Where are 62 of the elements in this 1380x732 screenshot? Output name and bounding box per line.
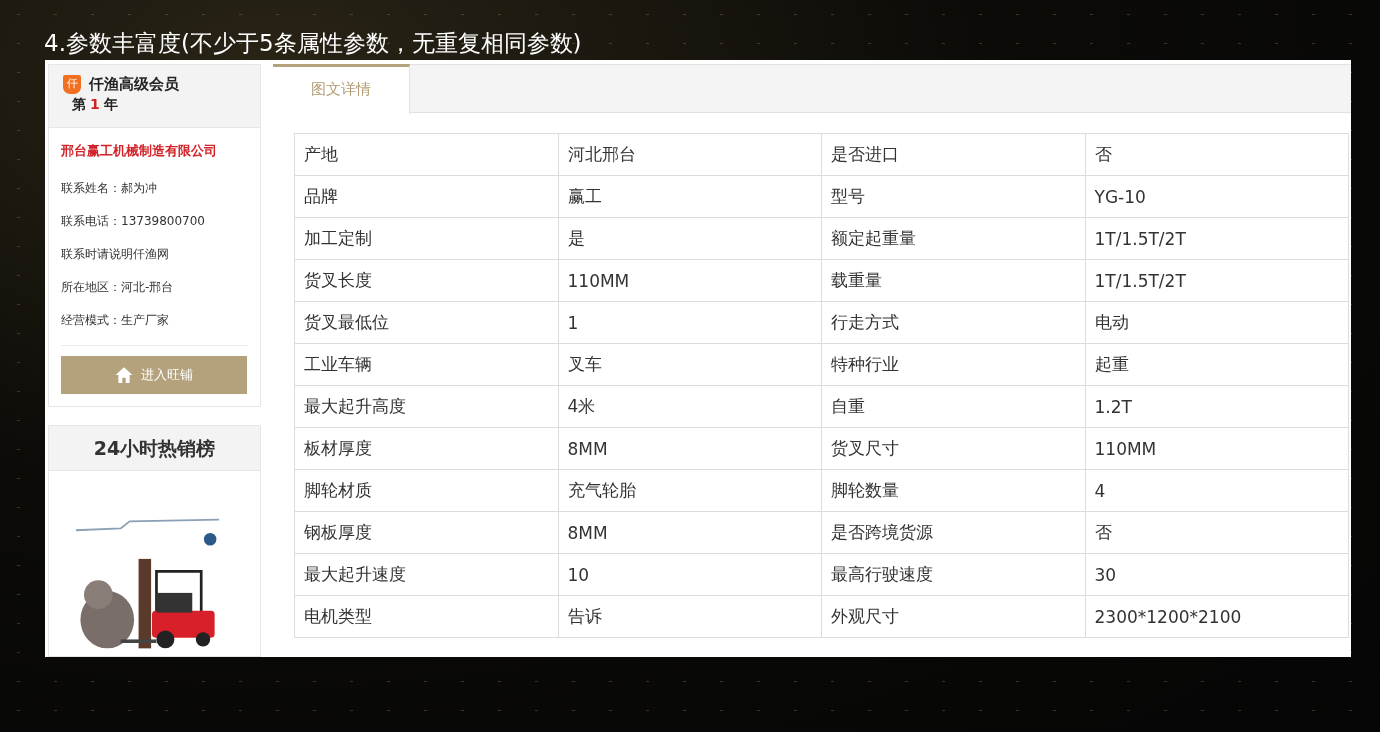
table-cell: 30	[1085, 553, 1349, 596]
table-cell: 是否进口	[821, 133, 1085, 176]
table-cell: 工业车辆	[294, 343, 558, 386]
table-cell: 加工定制	[294, 217, 558, 260]
table-cell: 最高行驶速度	[821, 553, 1085, 596]
table-cell: 10	[558, 553, 822, 596]
table-cell: 板材厚度	[294, 427, 558, 470]
contact-line: 联系姓名：郝为冲	[61, 180, 158, 197]
table-cell: 1.2T	[1085, 385, 1349, 428]
table-cell: 货叉尺寸	[821, 427, 1085, 470]
table-cell: 电动	[1085, 301, 1349, 344]
hot-list-title: 24小时热销榜	[49, 426, 260, 471]
table-cell: 4	[1085, 469, 1349, 512]
table-cell: 行走方式	[821, 301, 1085, 344]
table-cell: 赢工	[558, 175, 822, 218]
contact-line: 所在地区：河北-邢台	[61, 279, 175, 296]
table-cell: 1T/1.5T/2T	[1085, 217, 1349, 260]
table-cell: 电机类型	[294, 595, 558, 638]
details-tab[interactable]: 图文详情	[273, 64, 410, 114]
table-cell: 110MM	[1085, 427, 1349, 470]
table-cell: 是	[558, 217, 822, 260]
table-cell: 110MM	[558, 259, 822, 302]
table-cell: 1T/1.5T/2T	[1085, 259, 1349, 302]
table-cell: 型号	[821, 175, 1085, 218]
company-name: 邢台赢工机械制造有限公司	[61, 142, 218, 160]
member-level: 仟渔高级会员	[89, 75, 179, 94]
table-cell: 8MM	[558, 427, 822, 470]
table-cell: 叉车	[558, 343, 822, 386]
table-cell: YG-10	[1085, 175, 1349, 218]
table-cell: 特种行业	[821, 343, 1085, 386]
table-cell: 额定起重量	[821, 217, 1085, 260]
table-cell: 告诉	[558, 595, 822, 638]
contact-line: 联系时请说明仟渔网	[61, 246, 170, 263]
table-cell: 脚轮数量	[821, 469, 1085, 512]
contact-line: 联系电话：13739800700	[61, 213, 206, 230]
table-cell: 最大起升高度	[294, 385, 558, 428]
slide-heading: 4.参数丰富度(不少于5条属性参数，无重复相同参数)	[43, 29, 583, 58]
table-cell: 否	[1085, 511, 1349, 554]
table-cell: 1	[558, 301, 822, 344]
table-cell: 外观尺寸	[821, 595, 1085, 638]
table-cell: 起重	[1085, 343, 1349, 386]
table-cell: 2300*1200*2100	[1085, 595, 1349, 638]
contact-line: 经营模式：生产厂家	[61, 312, 170, 329]
shield-icon: 仟	[63, 75, 81, 94]
home-icon	[115, 366, 133, 384]
table-cell: 产地	[294, 133, 558, 176]
table-cell: 自重	[821, 385, 1085, 428]
table-cell: 是否跨境货源	[821, 511, 1085, 554]
table-cell: 品牌	[294, 175, 558, 218]
table-cell: 4米	[558, 385, 822, 428]
member-years: 第 1 年	[72, 96, 119, 114]
table-cell: 载重量	[821, 259, 1085, 302]
table-cell: 充气轮胎	[558, 469, 822, 512]
table-cell: 货叉长度	[294, 259, 558, 302]
table-cell: 河北邢台	[558, 133, 822, 176]
table-cell: 最大起升速度	[294, 553, 558, 596]
table-cell: 钢板厚度	[294, 511, 558, 554]
table-cell: 否	[1085, 133, 1349, 176]
table-cell: 脚轮材质	[294, 469, 558, 512]
table-cell: 货叉最低位	[294, 301, 558, 344]
table-cell: 8MM	[558, 511, 822, 554]
enter-shop-button[interactable]: 进入旺铺	[61, 356, 247, 394]
